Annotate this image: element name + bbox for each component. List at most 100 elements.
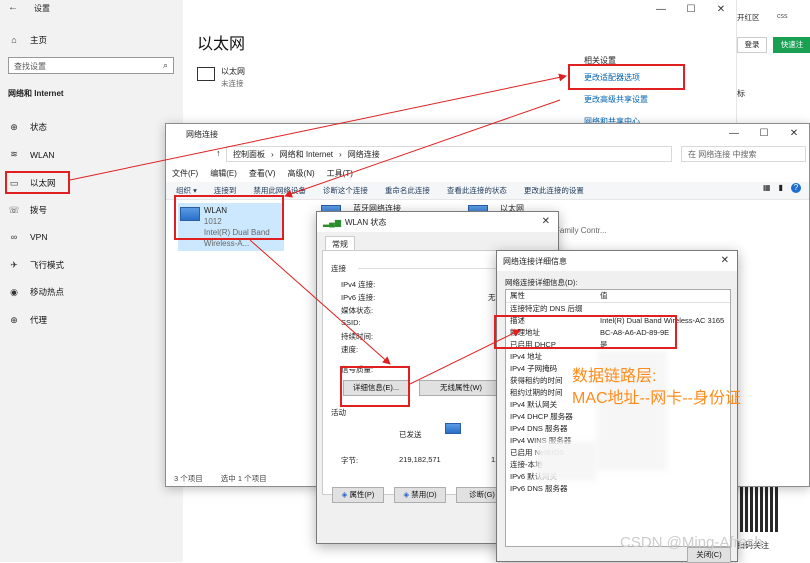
details-property: IPv4 DNS 服务器 bbox=[510, 424, 568, 433]
minimize-icon[interactable]: — bbox=[719, 124, 749, 144]
annotation-line-2: MAC地址--网卡--身份证 bbox=[572, 390, 741, 407]
sidebar-item-vpn[interactable]: ∞ VPN bbox=[8, 232, 48, 242]
help-icon[interactable]: ? bbox=[791, 183, 801, 193]
sidebar-section-title: 网络和 Internet bbox=[8, 89, 64, 98]
signal-bars-icon: ▂▄▆ bbox=[323, 217, 341, 227]
properties-button-label: 属性(P) bbox=[349, 490, 375, 499]
wireless-properties-button[interactable]: 无线属性(W) bbox=[419, 380, 503, 396]
highlight-ethernet-nav bbox=[5, 171, 70, 194]
sidebar-item-status[interactable]: ⊕ 状态 bbox=[8, 121, 47, 133]
breadcrumb-item[interactable]: 控制面板 bbox=[233, 149, 265, 160]
shield-icon: ◈ bbox=[403, 490, 410, 499]
highlight-details-button bbox=[340, 366, 410, 407]
status-selected: 选中 1 个项目 bbox=[220, 474, 267, 483]
quick-button[interactable]: 快速注 bbox=[773, 37, 810, 53]
close-icon[interactable]: ✕ bbox=[706, 0, 736, 20]
details-value bbox=[596, 483, 726, 495]
field-label: SSID: bbox=[341, 318, 361, 327]
breadcrumb-item[interactable]: 网络连接 bbox=[348, 149, 380, 160]
sidebar-item-label: VPN bbox=[30, 232, 48, 242]
menu-view[interactable]: 查看(V) bbox=[249, 168, 276, 179]
settings-window-controls: — ☐ ✕ bbox=[646, 0, 736, 20]
address-bar[interactable]: 控制面板 › 网络和 Internet › 网络连接 bbox=[226, 146, 672, 162]
close-icon[interactable]: ✕ bbox=[721, 255, 729, 266]
details-property: IPv4 DHCP 服务器 bbox=[510, 412, 573, 421]
ethernet-name[interactable]: 以太网 bbox=[221, 66, 245, 77]
cmd-rename[interactable]: 重命名此连接 bbox=[385, 185, 430, 196]
cmd-change-settings[interactable]: 更改此连接的设置 bbox=[524, 185, 584, 196]
sidebar-item-proxy[interactable]: ⊕ 代理 bbox=[8, 314, 47, 326]
highlight-wlan-adapter bbox=[174, 195, 284, 240]
shield-icon: ◈ bbox=[341, 490, 348, 499]
details-list-header: 属性 值 bbox=[506, 290, 730, 303]
minimize-icon[interactable]: — bbox=[646, 0, 676, 20]
sidebar-item-dialup[interactable]: ☏ 拨号 bbox=[8, 204, 47, 216]
field-label: IPv6 连接: bbox=[341, 293, 376, 302]
section-connection: 连接 bbox=[331, 264, 346, 273]
ethernet-status: 未连接 bbox=[221, 79, 244, 88]
search-icon: ⌕ bbox=[162, 60, 168, 70]
details-dialog-title: 网络连接详细信息 bbox=[503, 256, 567, 266]
maximize-icon[interactable]: ☐ bbox=[749, 124, 779, 144]
settings-search-input[interactable]: 查找设置 ⌕ bbox=[8, 57, 174, 74]
details-row[interactable]: IPv6 DNS 服务器 bbox=[506, 483, 730, 495]
properties-button[interactable]: ◈ 属性(P) bbox=[332, 487, 384, 503]
page-title: 以太网 bbox=[197, 36, 246, 53]
home-icon: ⌂ bbox=[11, 35, 17, 45]
breadcrumb-item[interactable]: 网络和 Internet bbox=[280, 149, 333, 160]
wlan-dialog-title: WLAN 状态 bbox=[344, 217, 387, 227]
advanced-sharing-link[interactable]: 更改高级共享设置 bbox=[584, 94, 648, 105]
preview-pane-icon[interactable]: ▮ bbox=[779, 183, 783, 193]
highlight-adapter-options bbox=[568, 64, 685, 90]
privacy-blur bbox=[537, 441, 597, 481]
globe-icon: ⊕ bbox=[10, 314, 18, 325]
menu-tools[interactable]: 工具(T) bbox=[327, 168, 353, 179]
settings-search-placeholder: 查找设置 bbox=[14, 62, 46, 71]
sidebar-item-home[interactable]: ⌂ 主页 bbox=[8, 34, 47, 46]
close-icon[interactable]: ✕ bbox=[779, 124, 809, 144]
menu-edit[interactable]: 编辑(E) bbox=[210, 168, 237, 179]
cmd-diagnose[interactable]: 诊断这个连接 bbox=[323, 185, 368, 196]
ethernet-monitor-icon bbox=[197, 67, 215, 81]
field-label: 持续时间: bbox=[341, 332, 374, 341]
details-property: IPv6 DNS 服务器 bbox=[510, 484, 568, 493]
details-value bbox=[596, 303, 726, 315]
view-grid-icon[interactable]: ▦ bbox=[763, 183, 771, 193]
adapter-device: Family Contr... bbox=[555, 226, 607, 235]
cmd-view-status[interactable]: 查看此连接的状态 bbox=[447, 185, 507, 196]
browser-side-text: 标 bbox=[737, 89, 745, 98]
netwin-title: 网络连接 bbox=[186, 129, 218, 139]
browser-tab-text: 开红区 bbox=[737, 13, 760, 22]
browser-tab-chip[interactable]: css bbox=[777, 13, 788, 20]
up-arrow-icon[interactable]: ↑ bbox=[216, 148, 221, 158]
close-icon[interactable]: ✕ bbox=[542, 216, 550, 227]
netwin-window-controls: — ☐ ✕ bbox=[719, 124, 809, 144]
netwin-search-input[interactable]: 在 网络连接 中搜索 bbox=[681, 146, 806, 162]
sent-label: 已发送 bbox=[399, 430, 422, 439]
maximize-icon[interactable]: ☐ bbox=[676, 0, 706, 20]
sidebar-item-wlan[interactable]: ≋ WLAN bbox=[8, 149, 55, 160]
wifi-icon: ≋ bbox=[10, 149, 18, 159]
back-arrow-icon[interactable]: ← bbox=[8, 2, 18, 13]
details-value bbox=[596, 471, 726, 483]
menu-file[interactable]: 文件(F) bbox=[172, 168, 198, 179]
login-button[interactable]: 登录 bbox=[737, 37, 767, 53]
details-titlebar: 网络连接详细信息 bbox=[497, 251, 737, 271]
view-options: ▦ ▮ ? bbox=[763, 183, 801, 193]
column-property[interactable]: 属性 bbox=[506, 290, 596, 302]
column-value[interactable]: 值 bbox=[596, 290, 726, 302]
netwin-search-placeholder: 在 网络连接 中搜索 bbox=[688, 150, 757, 159]
sidebar-item-label: 拨号 bbox=[30, 205, 48, 215]
airplane-icon: ✈ bbox=[10, 259, 18, 270]
sidebar-item-airplane[interactable]: ✈ 飞行模式 bbox=[8, 259, 64, 271]
menu-advanced[interactable]: 高级(N) bbox=[288, 168, 315, 179]
settings-window-title: 设置 bbox=[34, 4, 50, 13]
netwin-titlebar: 网络连接 bbox=[166, 124, 809, 144]
sidebar-item-hotspot[interactable]: ◉ 移动热点 bbox=[8, 286, 64, 298]
status-count: 3 个项目 bbox=[174, 474, 203, 483]
sidebar-item-label: WLAN bbox=[30, 149, 55, 160]
qr-code-image bbox=[740, 486, 778, 532]
disable-button[interactable]: ◈ 禁用(D) bbox=[394, 487, 446, 503]
field-label: 速度: bbox=[341, 345, 359, 354]
details-row[interactable]: 连接特定的 DNS 后缀 bbox=[506, 303, 730, 315]
